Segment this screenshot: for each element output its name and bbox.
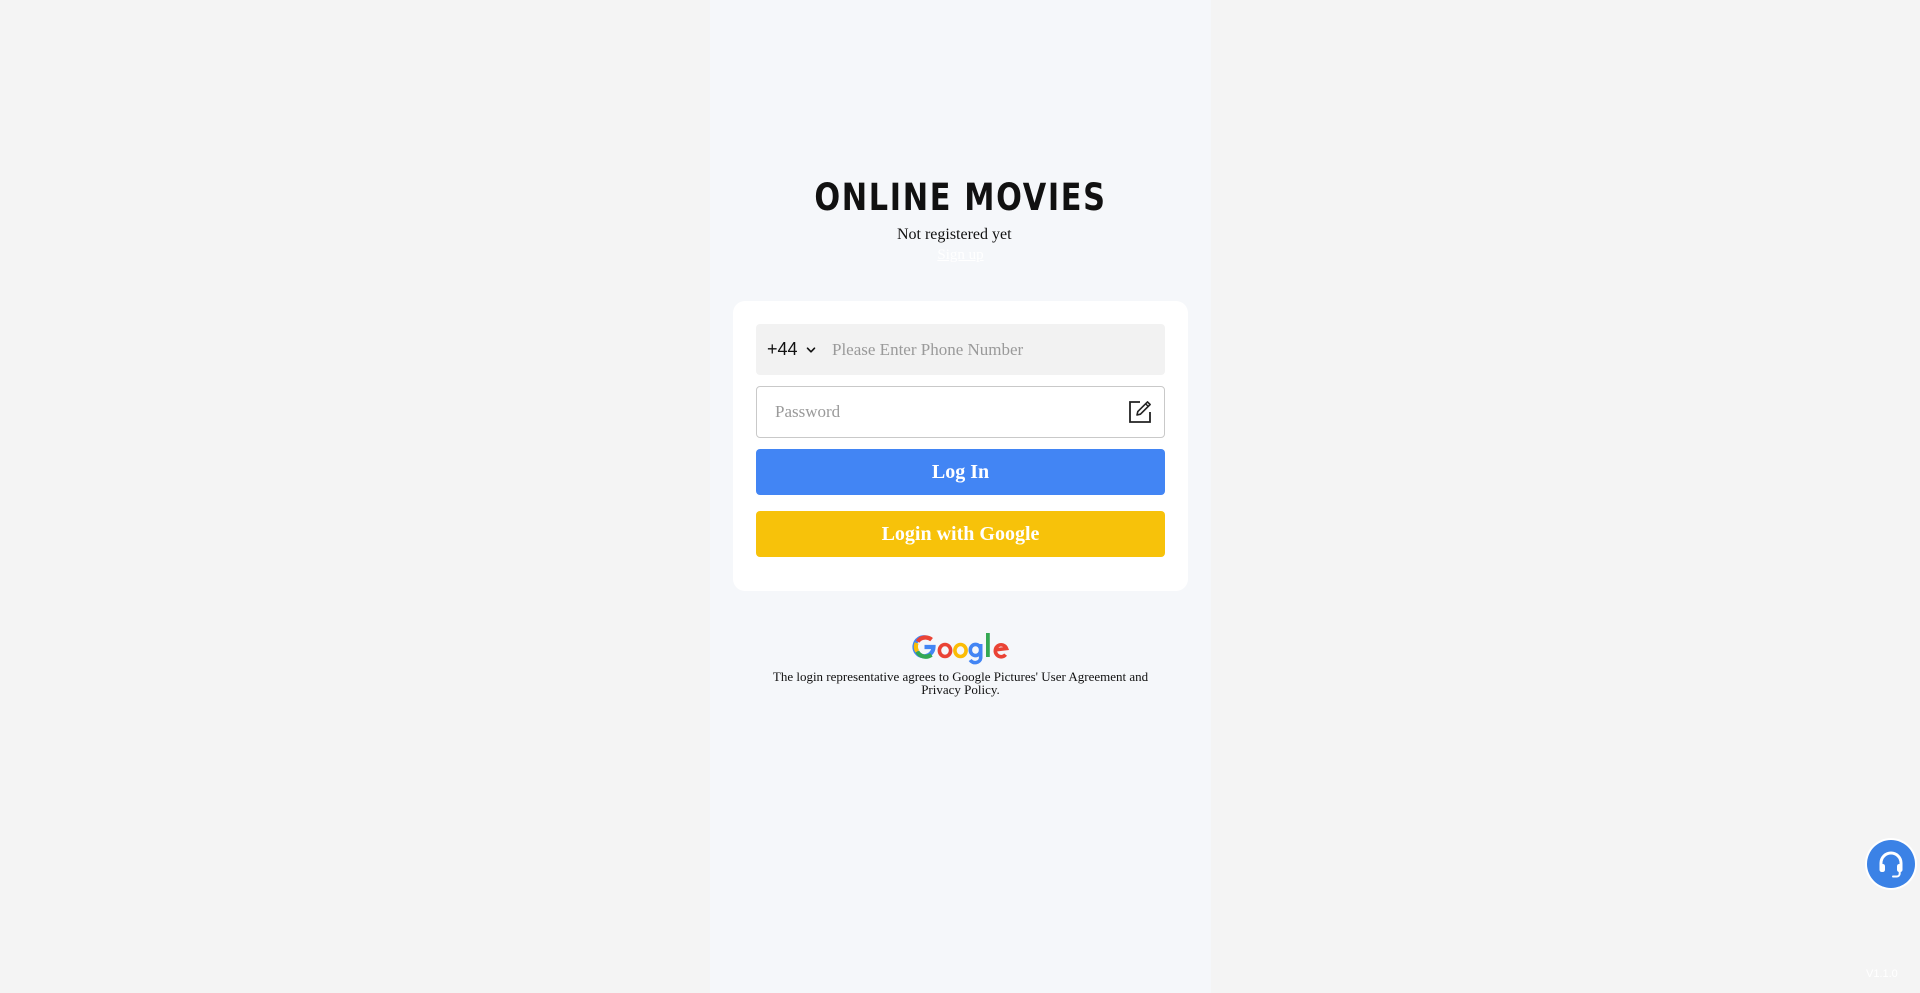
login-page: ONLINE MOVIES Not registered yet  Sign u…	[710, 0, 1211, 993]
brand-title: ONLINE MOVIES	[814, 176, 1107, 219]
password-input[interactable]	[757, 387, 1127, 437]
chevron-down-icon	[806, 345, 816, 355]
signup-link[interactable]: Sign up	[710, 247, 1211, 264]
google-login-button[interactable]: Login with Google	[756, 511, 1165, 557]
edit-icon[interactable]	[1127, 399, 1153, 425]
support-button-circle	[1867, 840, 1915, 888]
country-code-select[interactable]: +44	[756, 324, 832, 375]
login-button[interactable]: Log In	[756, 449, 1165, 495]
country-code-value: +44	[767, 339, 798, 359]
login-card: +44 Log In Login with Google	[733, 301, 1188, 591]
not-registered-text: Not registered yet 	[896, 226, 1025, 243]
phone-field-group: +44	[756, 324, 1165, 375]
support-button[interactable]	[1865, 838, 1917, 890]
version-label: V1.1.0	[1866, 968, 1898, 980]
google-logo	[912, 633, 1010, 665]
headset-icon	[1879, 851, 1903, 878]
phone-input[interactable]	[832, 324, 1165, 375]
agreement-text: The login representative agrees to Googl…	[772, 669, 1149, 697]
password-field-group	[756, 386, 1165, 438]
